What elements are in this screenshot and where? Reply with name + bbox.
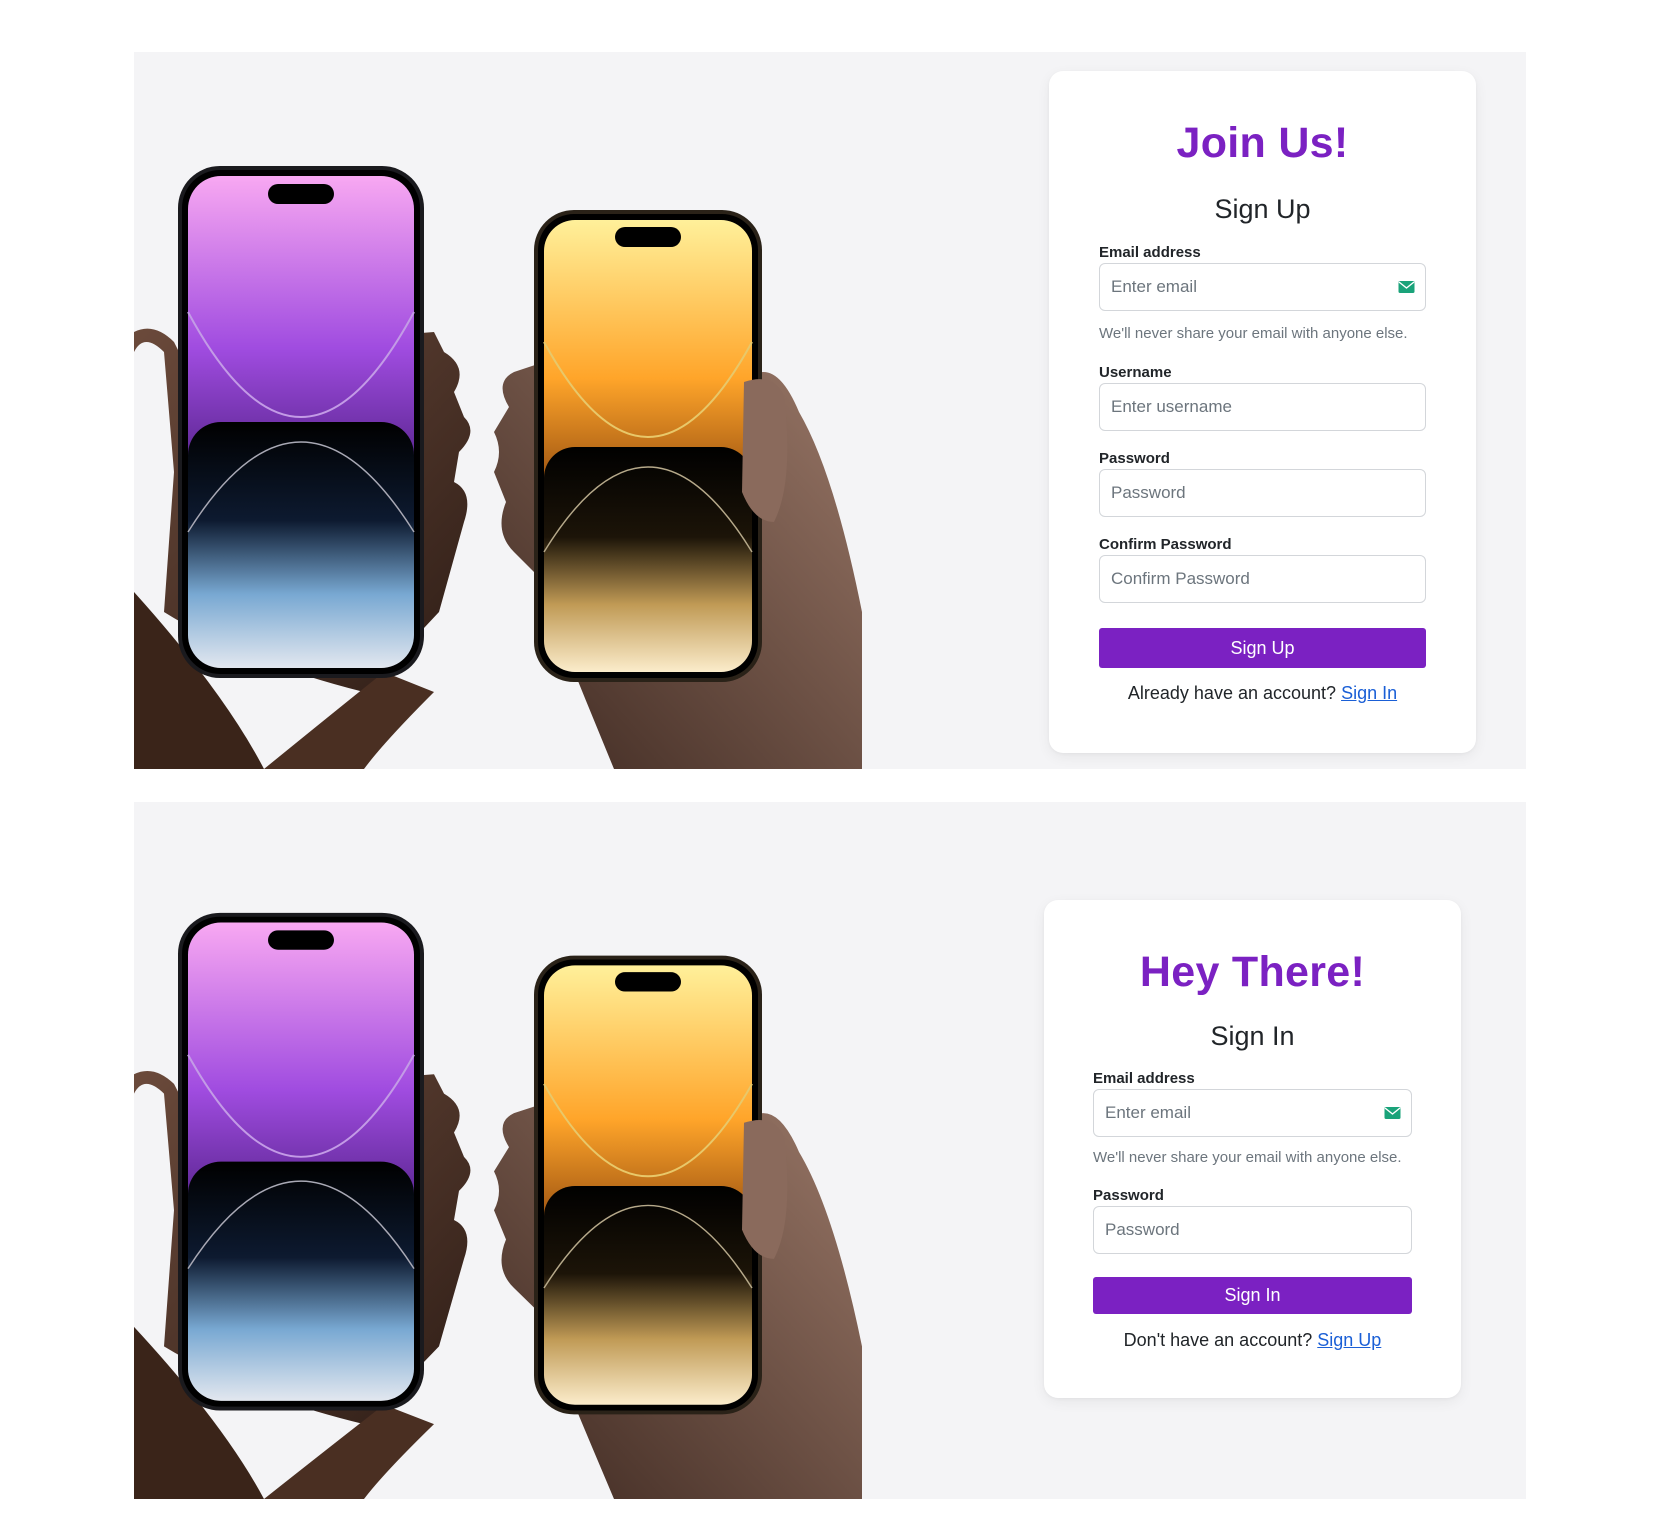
signup-email-field[interactable] bbox=[1099, 263, 1426, 311]
signup-card: Join Us! Sign Up Email address We'll nev… bbox=[1049, 71, 1476, 753]
signin-email-input[interactable] bbox=[1094, 1090, 1411, 1136]
signup-switch-line: Already have an account? Sign In bbox=[1049, 683, 1476, 704]
signin-card: Hey There! Sign In Email address We'll n… bbox=[1044, 900, 1461, 1398]
signin-password-label: Password bbox=[1093, 1187, 1164, 1204]
hero-image bbox=[134, 802, 862, 1499]
signin-email-help: We'll never share your email with anyone… bbox=[1093, 1149, 1402, 1166]
signin-password-field[interactable] bbox=[1093, 1206, 1412, 1254]
signin-title: Hey There! bbox=[1139, 948, 1366, 996]
signup-username-field[interactable] bbox=[1099, 383, 1426, 431]
signin-submit-button[interactable]: Sign In bbox=[1093, 1277, 1412, 1314]
signin-password-input[interactable] bbox=[1094, 1207, 1411, 1253]
signup-username-label: Username bbox=[1099, 364, 1172, 381]
signup-email-input[interactable] bbox=[1100, 264, 1425, 310]
hero-image bbox=[134, 52, 862, 769]
signin-panel: Hey There! Sign In Email address We'll n… bbox=[134, 802, 1526, 1499]
signup-password-label: Password bbox=[1099, 450, 1170, 467]
signup-email-label: Email address bbox=[1099, 244, 1201, 261]
signin-subtitle: Sign In bbox=[1210, 1021, 1295, 1051]
signin-email-field[interactable] bbox=[1093, 1089, 1412, 1137]
signup-link[interactable]: Sign Up bbox=[1317, 1330, 1381, 1350]
signin-switch-text: Don't have an account? bbox=[1123, 1330, 1313, 1350]
signup-password-input[interactable] bbox=[1100, 470, 1425, 516]
envelope-icon bbox=[1398, 281, 1415, 293]
signup-confirm-label: Confirm Password bbox=[1099, 536, 1232, 553]
signup-panel: Join Us! Sign Up Email address We'll nev… bbox=[134, 52, 1526, 769]
signup-subtitle: Sign Up bbox=[1214, 194, 1311, 224]
signin-link[interactable]: Sign In bbox=[1341, 683, 1397, 703]
envelope-icon bbox=[1384, 1107, 1401, 1119]
signup-username-input[interactable] bbox=[1100, 384, 1425, 430]
signup-switch-text: Already have an account? bbox=[1127, 683, 1337, 703]
signup-confirm-input[interactable] bbox=[1100, 556, 1425, 602]
signup-confirm-field[interactable] bbox=[1099, 555, 1426, 603]
signin-email-label: Email address bbox=[1093, 1070, 1195, 1087]
signup-submit-button[interactable]: Sign Up bbox=[1099, 628, 1426, 668]
signin-switch-line: Don't have an account? Sign Up bbox=[1044, 1330, 1461, 1351]
signup-email-help: We'll never share your email with anyone… bbox=[1099, 325, 1408, 342]
signup-title: Join Us! bbox=[1176, 119, 1349, 167]
signup-password-field[interactable] bbox=[1099, 469, 1426, 517]
